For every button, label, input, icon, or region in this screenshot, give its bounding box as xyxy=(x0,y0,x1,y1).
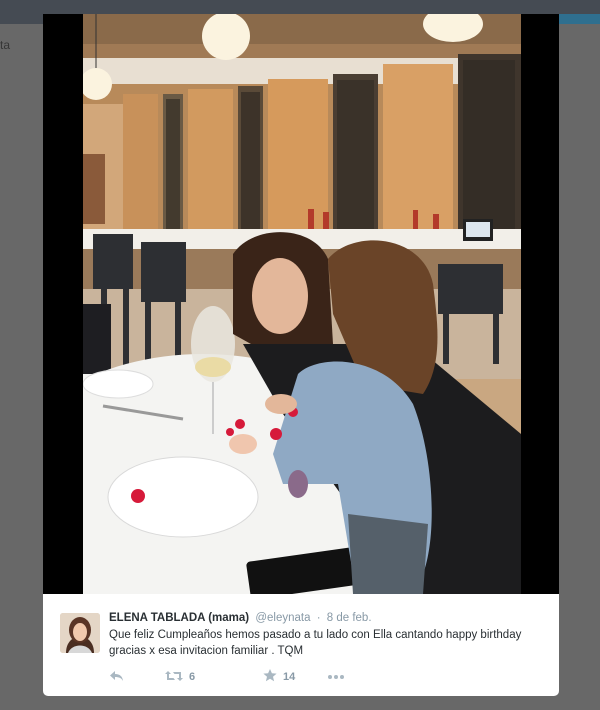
retweet-button[interactable]: 6 xyxy=(165,669,195,685)
more-dots-icon xyxy=(327,671,345,683)
tweet-timestamp[interactable]: 8 de feb. xyxy=(327,612,372,624)
star-icon xyxy=(263,669,277,685)
photo-illustration xyxy=(83,14,521,594)
reply-icon xyxy=(109,670,124,685)
tweet-photo[interactable] xyxy=(83,14,521,594)
favorite-button[interactable]: 14 xyxy=(263,669,295,685)
author-name[interactable]: ELENA TABLADA (mama) xyxy=(109,612,249,624)
tweet-header: ELENA TABLADA (mama) @eleynata · 8 de fe… xyxy=(109,612,372,624)
tweet-card: ELENA TABLADA (mama) @eleynata · 8 de fe… xyxy=(43,594,559,696)
avatar-image xyxy=(60,613,100,653)
retweet-count: 6 xyxy=(189,671,196,683)
retweet-icon xyxy=(165,670,183,685)
time-separator: · xyxy=(316,612,321,624)
reply-button[interactable] xyxy=(109,669,124,685)
author-handle[interactable]: @eleynata xyxy=(255,612,310,624)
favorite-count: 14 xyxy=(283,671,296,683)
more-button[interactable] xyxy=(327,669,345,685)
author-avatar[interactable] xyxy=(60,613,100,653)
tweet-text: Que feliz Cumpleaños hemos pasado a tu l… xyxy=(109,629,522,657)
media-viewer xyxy=(43,14,559,594)
